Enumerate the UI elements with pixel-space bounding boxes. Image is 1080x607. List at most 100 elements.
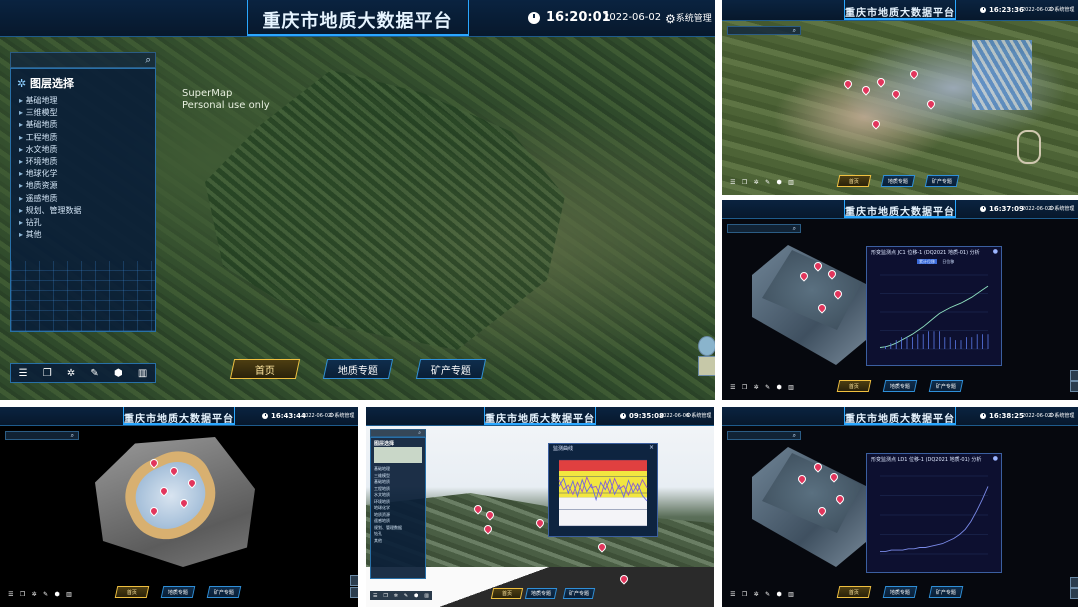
layer-item[interactable]: ▸ 规划、管理数据	[19, 205, 82, 217]
geology-topic-button[interactable]: 地质专题	[160, 586, 196, 598]
network-icon[interactable]: ✲	[394, 593, 398, 599]
layer-item[interactable]: ▸ 钻孔	[19, 217, 82, 229]
layer-item[interactable]: ▸ 其他	[19, 229, 82, 241]
system-menu-button[interactable]: ⚙系统管理	[1049, 205, 1074, 212]
layer-item[interactable]: ▸ 水文地质	[19, 144, 82, 156]
panel-mine-pit[interactable]: 重庆市地质大数据平台 16:43:44 2022-06-02 ⚙系统管理 ⌕ ☰…	[0, 407, 358, 607]
system-menu-button[interactable]: ⚙系统管理	[665, 11, 712, 26]
close-icon[interactable]: ×	[649, 444, 654, 451]
geology-topic-button[interactable]: 地质专题	[322, 359, 394, 379]
side-button[interactable]	[350, 575, 358, 586]
layers-stack-icon[interactable]: ❐	[742, 179, 747, 186]
map-pin[interactable]	[860, 84, 872, 96]
layer-item[interactable]: 其他	[374, 538, 402, 545]
home-button[interactable]: 首页	[836, 175, 872, 187]
system-menu-button[interactable]: ⚙系统管理	[686, 412, 711, 419]
layers-stack-icon[interactable]: ❐	[20, 591, 25, 598]
side-button[interactable]	[1070, 370, 1078, 381]
mining-topic-button[interactable]: 矿产专题	[206, 586, 242, 598]
menu-icon[interactable]: ☰	[730, 591, 735, 598]
home-button[interactable]: 首页	[836, 380, 872, 392]
map-pin[interactable]	[925, 98, 937, 110]
network-icon[interactable]: ✲	[754, 591, 759, 598]
system-menu-button[interactable]: ⚙系统管理	[329, 412, 354, 419]
map-pin[interactable]	[890, 88, 902, 100]
cube-icon[interactable]: ⬢	[776, 591, 781, 598]
system-menu-button[interactable]: ⚙系统管理	[1049, 6, 1074, 13]
menu-icon[interactable]: ☰	[730, 179, 735, 186]
panel-3d-terrain-chart-2[interactable]: 重庆市地质大数据平台 16:38:25 2022-06-02 ⚙系统管理 ⌕ 形…	[722, 407, 1078, 607]
menu-icon[interactable]: ☰	[19, 368, 28, 379]
layer-item[interactable]: ▸ 基础地质	[19, 119, 82, 131]
side-button[interactable]	[350, 587, 358, 598]
bar-chart-icon[interactable]: ▥	[138, 368, 147, 379]
search-icon[interactable]: ⌕	[145, 55, 151, 66]
search-input[interactable]: ⌕	[727, 26, 801, 35]
bar-chart-icon[interactable]: ▥	[788, 179, 794, 186]
layers-stack-icon[interactable]: ❐	[383, 593, 387, 599]
layers-stack-icon[interactable]: ❐	[43, 368, 52, 379]
bar-chart-icon[interactable]: ▥	[788, 591, 794, 598]
geology-topic-button[interactable]: 地质专题	[524, 588, 558, 599]
bar-chart-icon[interactable]: ▥	[424, 593, 429, 599]
layer-item[interactable]: ▸ 地球化学	[19, 168, 82, 180]
network-icon[interactable]: ✲	[67, 368, 75, 379]
map-pin[interactable]	[842, 78, 854, 90]
bar-chart-icon[interactable]: ▥	[788, 384, 794, 391]
layer-item[interactable]: ▸ 基础地理	[19, 95, 82, 107]
search-input[interactable]: ⌕	[727, 431, 801, 440]
tools-icon[interactable]: ✎	[404, 593, 408, 599]
bar-chart-icon[interactable]: ▥	[66, 591, 72, 598]
system-menu-button[interactable]: ⚙系统管理	[1049, 412, 1074, 419]
mining-topic-button[interactable]: 矿产专题	[928, 380, 964, 392]
side-button[interactable]	[1070, 381, 1078, 392]
main-map-panel[interactable]: SuperMap Personal use only 重庆市地质大数据平台 16…	[0, 0, 715, 400]
tools-icon[interactable]: ✎	[765, 591, 770, 598]
map-pin[interactable]	[908, 68, 920, 80]
cube-icon[interactable]: ⬢	[776, 179, 781, 186]
panel-city-view[interactable]: 重庆市地质大数据平台 16:23:36 2022-06-02 ⚙系统管理 ⌕ ☰…	[722, 0, 1078, 195]
network-icon[interactable]: ✲	[754, 384, 759, 391]
cube-icon[interactable]: ⬢	[54, 591, 59, 598]
mining-topic-button[interactable]: 矿产专题	[924, 175, 960, 187]
mining-topic-button[interactable]: 矿产专题	[562, 588, 596, 599]
search-input[interactable]: ⌕	[10, 52, 156, 68]
geology-topic-button[interactable]: 地质专题	[882, 380, 918, 392]
cube-icon[interactable]: ⬢	[414, 593, 418, 599]
layer-item[interactable]: ▸ 环境地质	[19, 156, 82, 168]
layer-item[interactable]: ▸ 遥感地质	[19, 193, 82, 205]
menu-icon[interactable]: ☰	[730, 384, 735, 391]
map-switch-button[interactable]	[698, 336, 715, 356]
network-icon[interactable]: ✲	[754, 179, 759, 186]
layer-item[interactable]: ▸ 三维模型	[19, 107, 82, 119]
geology-topic-button[interactable]: 地质专题	[882, 586, 918, 598]
menu-icon[interactable]: ☰	[8, 591, 13, 598]
search-input[interactable]: ⌕	[727, 224, 801, 233]
mining-topic-button[interactable]: 矿产专题	[928, 586, 964, 598]
panel-3d-terrain-chart[interactable]: 重庆市地质大数据平台 16:37:09 2022-06-02 ⚙系统管理 ⌕ 形…	[722, 200, 1078, 400]
menu-icon[interactable]: ☰	[373, 593, 377, 599]
side-button[interactable]	[1070, 577, 1078, 588]
mining-topic-button[interactable]: 矿产专题	[415, 359, 487, 379]
home-button[interactable]: 首页	[114, 586, 150, 598]
tools-icon[interactable]: ✎	[43, 591, 48, 598]
panel-slope-monitor[interactable]: 重庆市地质大数据平台 09:35:08 2022-06-06 ⚙系统管理 ⌕ 图…	[366, 407, 714, 607]
side-button[interactable]	[1070, 588, 1078, 599]
layer-item[interactable]: ▸ 地质资源	[19, 180, 82, 192]
map-pin[interactable]	[870, 118, 882, 130]
close-icon[interactable]: ●	[993, 455, 998, 462]
home-button[interactable]: 首页	[490, 588, 524, 599]
map-pin[interactable]	[875, 76, 887, 88]
basemap-thumbnail[interactable]	[698, 356, 715, 376]
layers-stack-icon[interactable]: ❐	[742, 384, 747, 391]
layer-item[interactable]: ▸ 工程地质	[19, 132, 82, 144]
close-icon[interactable]: ●	[993, 248, 998, 255]
home-button[interactable]: 首页	[229, 359, 301, 379]
layers-stack-icon[interactable]: ❐	[742, 591, 747, 598]
search-input[interactable]: ⌕	[5, 431, 79, 440]
cube-icon[interactable]: ⬢	[776, 384, 781, 391]
tools-icon[interactable]: ✎	[90, 368, 98, 379]
geology-topic-button[interactable]: 地质专题	[880, 175, 916, 187]
tools-icon[interactable]: ✎	[765, 179, 770, 186]
search-input[interactable]: ⌕	[370, 429, 426, 437]
